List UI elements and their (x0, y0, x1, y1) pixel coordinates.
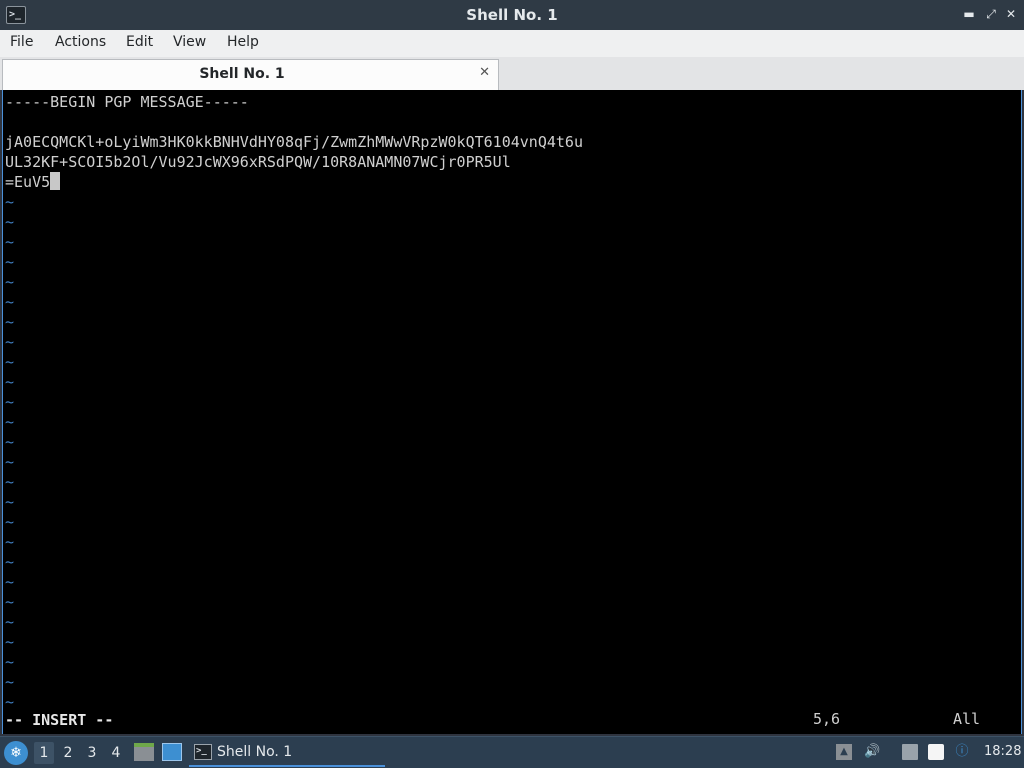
volume-icon[interactable]: 🔊 (864, 744, 880, 760)
empty-line-tilde: ~ (5, 493, 15, 511)
empty-line-tilde: ~ (5, 293, 15, 311)
menu-file[interactable]: File (10, 34, 33, 50)
empty-line-tilde: ~ (5, 613, 15, 631)
close-window-icon[interactable]: ✕ (1004, 7, 1018, 21)
tab-strip: Shell No. 1 ✕ (0, 57, 1024, 90)
taskbar: ❄ 1 2 3 4 >_ Shell No. 1 ▲ 🔊 ⓘ 18:28 (0, 736, 1024, 768)
terminal-line: jA0ECQMCKl+oLyiWm3HK0kkBNHVdHY08qFj/ZwmZ… (5, 133, 583, 151)
empty-line-tilde: ~ (5, 653, 15, 671)
empty-line-tilde: ~ (5, 433, 15, 451)
menu-edit[interactable]: Edit (126, 34, 153, 50)
notification-icon[interactable]: ⓘ (954, 744, 970, 760)
tray-up-arrow-icon[interactable]: ▲ (836, 744, 852, 760)
minimize-icon[interactable]: ▬ (962, 7, 976, 21)
empty-line-tilde: ~ (5, 513, 15, 531)
network-icon[interactable] (902, 744, 918, 760)
title-bar: >_ Shell No. 1 ▬ ⤢ ✕ (0, 0, 1024, 30)
terminal-area[interactable]: -----BEGIN PGP MESSAGE----- jA0ECQMCKl+o… (2, 90, 1022, 734)
file-manager-icon[interactable] (134, 743, 154, 761)
menu-bar: File Actions Edit View Help (0, 30, 1024, 57)
empty-line-tilde: ~ (5, 573, 15, 591)
show-desktop-icon[interactable] (162, 743, 182, 761)
empty-line-tilde: ~ (5, 193, 15, 211)
empty-line-tilde: ~ (5, 353, 15, 371)
start-menu-icon[interactable]: ❄ (4, 741, 28, 765)
empty-line-tilde: ~ (5, 673, 15, 691)
menu-actions[interactable]: Actions (55, 34, 106, 50)
close-icon[interactable]: ✕ (479, 65, 490, 80)
empty-line-tilde: ~ (5, 633, 15, 651)
tab-label: Shell No. 1 (199, 66, 285, 82)
terminal-line: =EuV5 (5, 173, 51, 191)
tab-shell-1[interactable]: Shell No. 1 ✕ (2, 59, 499, 90)
workspace-3[interactable]: 3 (82, 742, 102, 764)
empty-line-tilde: ~ (5, 233, 15, 251)
window-title: Shell No. 1 (466, 6, 558, 24)
empty-line-tilde: ~ (5, 273, 15, 291)
terminal-line: -----BEGIN PGP MESSAGE----- (5, 93, 249, 111)
clipboard-icon[interactable] (928, 744, 944, 760)
empty-line-tilde: ~ (5, 253, 15, 271)
terminal-icon: >_ (194, 744, 212, 760)
empty-line-tilde: ~ (5, 533, 15, 551)
empty-line-tilde: ~ (5, 373, 15, 391)
cursor-position: 5,6 (813, 710, 841, 728)
empty-line-tilde: ~ (5, 413, 15, 431)
terminal-line-cursor: =EuV5 (5, 172, 61, 192)
empty-line-tilde: ~ (5, 333, 15, 351)
menu-view[interactable]: View (173, 34, 206, 50)
scroll-indicator: All (953, 710, 981, 728)
empty-line-tilde: ~ (5, 593, 15, 611)
task-label: Shell No. 1 (217, 744, 293, 760)
workspace-1[interactable]: 1 (34, 742, 54, 764)
empty-line-tilde: ~ (5, 453, 15, 471)
vim-mode-indicator: -- INSERT -- (5, 711, 114, 729)
terminal-line: UL32KF+SCOI5b2Ol/Vu92JcWX96xRSdPQW/10R8A… (5, 153, 511, 171)
workspace-4[interactable]: 4 (106, 742, 126, 764)
empty-line-tilde: ~ (5, 693, 15, 711)
maximize-icon[interactable]: ⤢ (984, 7, 998, 21)
empty-line-tilde: ~ (5, 393, 15, 411)
empty-line-tilde: ~ (5, 313, 15, 331)
text-cursor (50, 172, 61, 190)
empty-line-tilde: ~ (5, 553, 15, 571)
menu-help[interactable]: Help (227, 34, 259, 50)
taskbar-task-shell[interactable]: >_ Shell No. 1 (189, 739, 385, 767)
empty-line-tilde: ~ (5, 213, 15, 231)
clock[interactable]: 18:28 (984, 744, 1021, 759)
workspace-2[interactable]: 2 (58, 742, 78, 764)
empty-line-tilde: ~ (5, 473, 15, 491)
